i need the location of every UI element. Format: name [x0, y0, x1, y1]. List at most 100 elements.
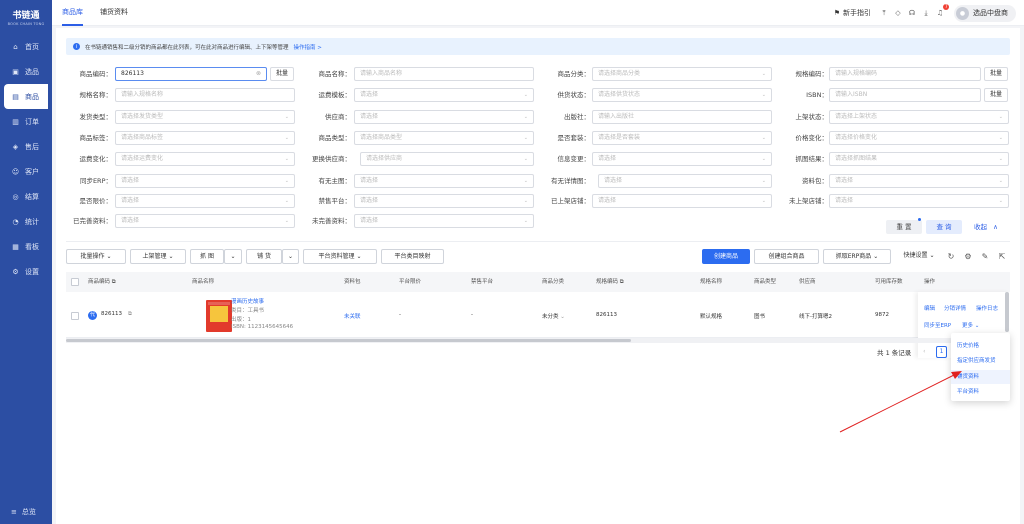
menu-item-price-history[interactable]: 历史价格: [951, 339, 1010, 353]
platform-category-mapping-button[interactable]: 平台类目映射: [381, 249, 444, 264]
sidebar-item-select[interactable]: ▣ 选品: [0, 59, 52, 84]
sidebar-collapse-button[interactable]: ≡ 总览: [0, 504, 52, 520]
incomplete-info-select[interactable]: 请选择 ⌄: [354, 214, 534, 228]
operation-guide-link[interactable]: 操作指南 >: [294, 43, 322, 51]
category-select[interactable]: 请选择商品分类 ⌄: [592, 67, 772, 81]
user-menu[interactable]: ● 选品中盘商: [954, 4, 1016, 22]
upload-icon[interactable]: ⤒: [878, 9, 890, 18]
tag-select[interactable]: 请选择商品标签 ⌄: [115, 131, 295, 145]
sync-erp-link[interactable]: 同步至ERP: [924, 321, 951, 329]
headset-icon[interactable]: ☊: [906, 9, 918, 17]
row-material-link[interactable]: 未关联: [344, 312, 361, 320]
limit-price-select[interactable]: 请选择 ⌄: [115, 194, 295, 208]
menu-item-distribution-material[interactable]: 铺货资料: [951, 370, 1010, 384]
select-all-checkbox[interactable]: [71, 278, 79, 286]
tab-goods-library[interactable]: 商品库: [62, 0, 83, 26]
code-batch-button[interactable]: 批量: [270, 67, 294, 81]
sidebar-item-stats[interactable]: ◔ 统计: [0, 209, 52, 234]
sync-erp-select[interactable]: 请选择 ⌄: [115, 174, 295, 188]
bell-icon[interactable]: ♫ 7: [934, 4, 949, 17]
material-pkg-select[interactable]: 请选择 ⌄: [829, 174, 1009, 188]
refresh-icon[interactable]: ↻: [945, 250, 957, 263]
tag-icon[interactable]: ◇: [892, 9, 904, 17]
distribute-button[interactable]: 铺 货: [246, 249, 282, 264]
spec-code-input[interactable]: 请输入规格编码: [829, 67, 981, 81]
create-goods-button[interactable]: 创建商品: [702, 249, 750, 264]
name-label: 商品名称：: [318, 70, 352, 78]
isbn-input[interactable]: 请输入ISBN: [829, 88, 981, 102]
guide-button[interactable]: ⚑ 新手指引: [834, 8, 871, 18]
has-main-img-select[interactable]: 请选择 ⌄: [354, 174, 534, 188]
ship-type-select[interactable]: 请选择发货类型 ⌄: [115, 110, 295, 124]
app-logo[interactable]: 书链通 BOOK CHAIN TONG: [0, 0, 52, 34]
distribute-dropdown-button[interactable]: ⌄: [282, 249, 299, 264]
fetch-erp-goods-button[interactable]: 抓取ERP商品 ⌄: [823, 249, 891, 264]
capture-result-select[interactable]: 请选择抓图结果 ⌄: [829, 152, 1009, 166]
prev-page-button[interactable]: ‹: [923, 347, 926, 355]
clear-icon[interactable]: ⊗: [256, 68, 261, 80]
goods-type-select[interactable]: 请选择商品类型 ⌄: [354, 131, 534, 145]
scrollbar-thumb[interactable]: [66, 339, 631, 342]
create-bundle-button[interactable]: 创建组合商品: [754, 249, 819, 264]
code-input[interactable]: 826113 ⊗: [115, 67, 267, 81]
forbidden-platform-select[interactable]: 请选择 ⌄: [354, 194, 534, 208]
sidebar-item-aftersale[interactable]: ◈ 售后: [0, 134, 52, 159]
spec-code-batch-button[interactable]: 批量: [984, 67, 1008, 81]
freight-tpl-select[interactable]: 请选择 ⌄: [354, 88, 534, 102]
horizontal-scrollbar[interactable]: [66, 338, 1010, 343]
download-icon[interactable]: ⤓: [920, 9, 932, 18]
tab-distribution-material[interactable]: 铺货资料: [100, 0, 128, 26]
book-cover-image[interactable]: [206, 300, 232, 332]
quick-settings-button[interactable]: 快捷设置 ⌄: [894, 249, 944, 264]
capture-dropdown-button[interactable]: ⌄: [224, 249, 242, 264]
settings-icon[interactable]: ⚙: [962, 250, 974, 263]
price-change-select[interactable]: 请选择价格变化 ⌄: [829, 131, 1009, 145]
unlisted-shop-select[interactable]: 请选择 ⌄: [829, 194, 1009, 208]
publisher-input[interactable]: 请输入出版社: [592, 110, 772, 124]
is-bundle-select[interactable]: 请选择是否套装 ⌄: [592, 131, 772, 145]
distribution-detail-link[interactable]: 分销详情: [944, 304, 966, 312]
menu-item-platform-material[interactable]: 平台资料: [951, 385, 1010, 399]
sidebar-item-board[interactable]: ▦ 看板: [0, 234, 52, 259]
platform-material-management-button[interactable]: 平台资料管理 ⌄: [303, 249, 377, 264]
listed-shop-select[interactable]: 请选择 ⌄: [592, 194, 772, 208]
sidebar-item-customer[interactable]: ☺ 客户: [0, 159, 52, 184]
query-button[interactable]: 查 询: [926, 220, 962, 234]
capture-image-button[interactable]: 抓 图: [190, 249, 224, 264]
collapse-filters-button[interactable]: 收起 ∧: [974, 220, 998, 234]
more-dropdown[interactable]: 更多 ⌄: [962, 321, 979, 329]
change-supplier-select[interactable]: 请选择供应商 ⌄: [360, 152, 534, 166]
supplier-select[interactable]: 请选择 ⌄: [354, 110, 534, 124]
row-category-line: 类目：工具书: [231, 308, 265, 314]
row-category-select[interactable]: 未分类 ⌄: [542, 312, 565, 320]
info-change-select[interactable]: 请选择 ⌄: [592, 152, 772, 166]
isbn-batch-button[interactable]: 批量: [984, 88, 1008, 102]
shelf-management-button[interactable]: 上架管理 ⌄: [130, 249, 186, 264]
row-title-link[interactable]: 漫画历史故事: [231, 297, 264, 305]
export-icon[interactable]: ⇱: [996, 250, 1008, 263]
operation-log-link[interactable]: 操作日志: [976, 304, 998, 312]
name-input[interactable]: 请输入商品名称: [354, 67, 534, 81]
supply-status-select[interactable]: 请选择供货状态 ⌄: [592, 88, 772, 102]
sidebar-item-settle[interactable]: ◎ 结算: [0, 184, 52, 209]
edit-link[interactable]: 编辑: [924, 304, 935, 312]
sidebar-item-goods[interactable]: ▤ 商品: [4, 84, 48, 109]
batch-operations-button[interactable]: 批量操作 ⌄: [66, 249, 126, 264]
shelf-status-select[interactable]: 请选择上架状态 ⌄: [829, 110, 1009, 124]
menu-item-assign-supplier[interactable]: 指定供应商发货: [951, 354, 1010, 368]
edit-icon[interactable]: ✎: [979, 250, 991, 263]
vertical-scrollbar[interactable]: [1005, 292, 1009, 332]
page-1-button[interactable]: 1: [936, 346, 947, 358]
reset-button[interactable]: 重 置: [886, 220, 922, 234]
copy-icon[interactable]: ⧉: [128, 311, 132, 318]
has-detail-img-select[interactable]: 请选择 ⌄: [598, 174, 772, 188]
copy-icon[interactable]: ⧉: [112, 279, 116, 285]
sidebar-item-order[interactable]: ▥ 订单: [0, 109, 52, 134]
copy-icon[interactable]: ⧉: [620, 279, 624, 285]
sidebar-item-settings[interactable]: ⚙ 设置: [0, 259, 52, 284]
row-checkbox[interactable]: [71, 312, 79, 320]
spec-name-input[interactable]: 请输入规格名称: [115, 88, 295, 102]
freight-change-select[interactable]: 请选择运费变化 ⌄: [115, 152, 295, 166]
sidebar-item-home[interactable]: ⌂ 首页: [0, 34, 52, 59]
complete-info-select[interactable]: 请选择 ⌄: [115, 214, 295, 228]
